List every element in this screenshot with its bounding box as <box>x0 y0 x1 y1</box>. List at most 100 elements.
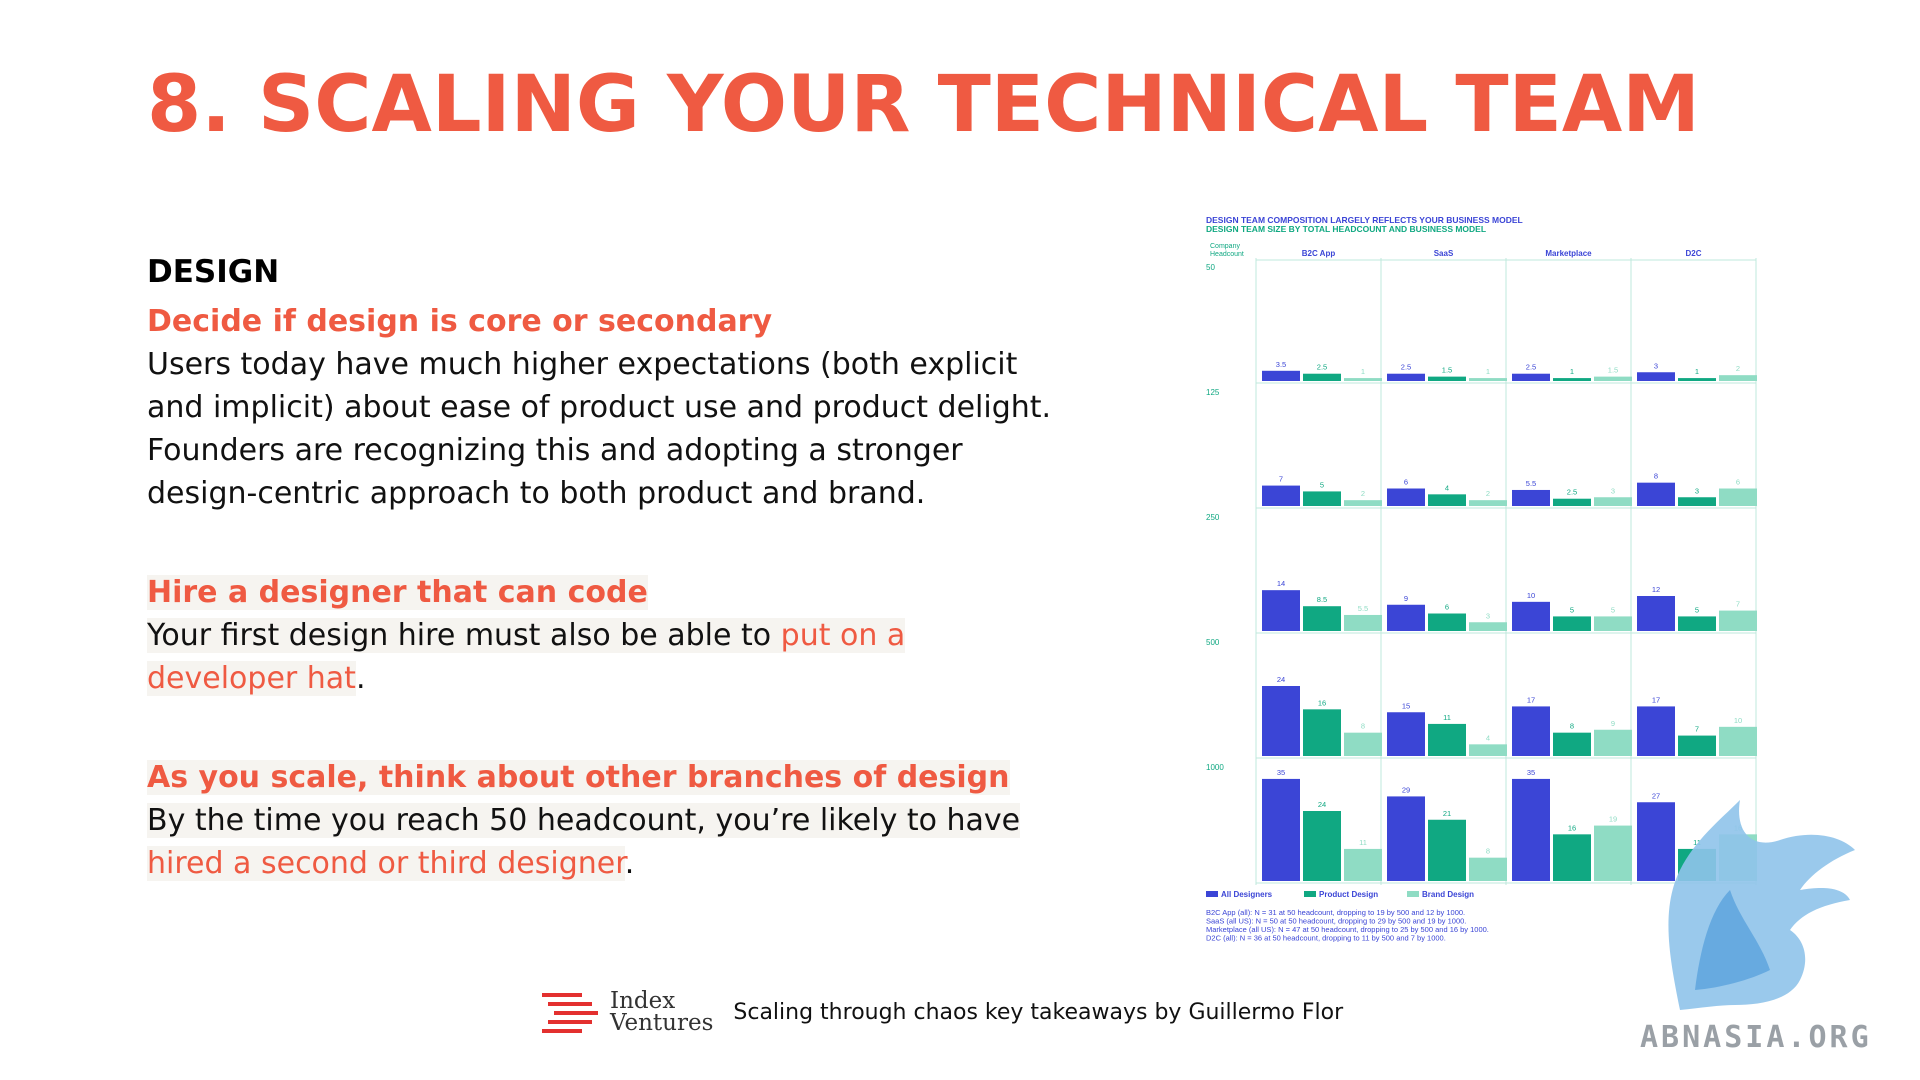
row-label: 50 <box>1206 263 1215 272</box>
index-ventures-logo-icon <box>542 993 598 1033</box>
bar-all-designers <box>1262 686 1300 756</box>
section-heading: DESIGN <box>147 254 280 290</box>
data-label: 7 <box>1736 600 1740 609</box>
row-axis-label: Company <box>1210 243 1240 250</box>
block-other-branches: As you scale, think about other branches… <box>147 756 1087 885</box>
data-label: 4 <box>1486 733 1490 742</box>
block-heading: Hire a designer that can code <box>147 575 648 610</box>
data-label: 11 <box>1443 713 1451 722</box>
bar-brand-design <box>1469 378 1507 381</box>
data-label: 8.5 <box>1317 595 1327 604</box>
bar-all-designers <box>1512 373 1550 381</box>
bar-product-design <box>1428 376 1466 381</box>
data-label: 5 <box>1320 480 1324 489</box>
column-header: SaaS <box>1434 249 1454 258</box>
gryphon-logo <box>1668 800 1855 1010</box>
chart-note: D2C (all): N = 36 at 50 headcount, dropp… <box>1206 934 1446 943</box>
bar-product-design <box>1303 606 1341 631</box>
data-label: 35 <box>1527 768 1535 777</box>
bar-product-design <box>1678 378 1716 381</box>
data-label: 1 <box>1695 367 1699 376</box>
block-core-secondary: Decide if design is core or secondary Us… <box>147 300 1087 515</box>
bar-all-designers <box>1262 590 1300 631</box>
bar-product-design <box>1553 732 1591 756</box>
data-label: 16 <box>1568 823 1576 832</box>
index-ventures-logo-text: Index Ventures <box>610 988 713 1035</box>
data-label: 8 <box>1570 722 1574 731</box>
bar-all-designers <box>1387 604 1425 631</box>
data-label: 35 <box>1277 768 1285 777</box>
legend-entry: All Designers <box>1221 890 1273 899</box>
data-label: 3 <box>1654 361 1658 370</box>
data-label: 10 <box>1527 591 1535 600</box>
data-label: 3 <box>1486 611 1490 620</box>
bar-brand-design <box>1344 732 1382 756</box>
block-highlight: hired a second or third designer <box>147 846 625 881</box>
data-label: 6 <box>1736 478 1740 487</box>
block-text: Your first design hire must also be able… <box>147 618 781 653</box>
block-text-end: . <box>355 661 366 696</box>
bar-product-design <box>1553 616 1591 631</box>
data-label: 5.5 <box>1526 479 1536 488</box>
column-header: B2C App <box>1302 249 1336 258</box>
bar-all-designers <box>1637 596 1675 631</box>
data-label: 6 <box>1404 478 1408 487</box>
bar-brand-design <box>1594 497 1632 506</box>
data-label: 7 <box>1279 475 1283 484</box>
legend-swatch <box>1407 891 1419 897</box>
bar-brand-design <box>1469 744 1507 756</box>
bar-brand-design <box>1594 616 1632 631</box>
bar-all-designers <box>1387 796 1425 881</box>
data-label: 1 <box>1361 367 1365 376</box>
bar-all-designers <box>1512 706 1550 756</box>
bar-all-designers <box>1512 778 1550 881</box>
chart-subtitle: DESIGN TEAM SIZE BY TOTAL HEADCOUNT AND … <box>1206 224 1486 234</box>
bar-product-design <box>1303 373 1341 381</box>
row-label: 500 <box>1206 638 1220 647</box>
data-label: 16 <box>1318 698 1326 707</box>
block-heading: As you scale, think about other branches… <box>147 760 1010 795</box>
data-label: 12 <box>1652 585 1660 594</box>
bar-brand-design <box>1719 610 1757 631</box>
logo-line-1: Index <box>610 988 676 1014</box>
bar-all-designers <box>1637 706 1675 756</box>
bar-brand-design <box>1594 825 1632 881</box>
block-heading: Decide if design is core or secondary <box>147 304 773 339</box>
row-label: 1000 <box>1206 763 1224 772</box>
row-label: 250 <box>1206 513 1220 522</box>
data-label: 6 <box>1445 603 1449 612</box>
row-label: 125 <box>1206 388 1220 397</box>
bar-all-designers <box>1262 778 1300 881</box>
bar-all-designers <box>1637 372 1675 381</box>
bar-brand-design <box>1344 848 1382 881</box>
bar-product-design <box>1553 498 1591 506</box>
slide-title: 8. SCALING YOUR TECHNICAL TEAM <box>147 60 1700 150</box>
bar-all-designers <box>1637 482 1675 506</box>
legend-swatch <box>1304 891 1316 897</box>
bar-brand-design <box>1344 614 1382 631</box>
data-label: 8 <box>1654 472 1658 481</box>
data-label: 15 <box>1402 701 1410 710</box>
data-label: 8 <box>1486 847 1490 856</box>
bar-product-design <box>1553 834 1591 881</box>
data-label: 24 <box>1318 800 1326 809</box>
data-label: 14 <box>1277 579 1285 588</box>
footer-caption: Scaling through chaos key takeaways by G… <box>733 999 1344 1025</box>
column-header: D2C <box>1685 249 1701 258</box>
data-label: 5 <box>1695 605 1699 614</box>
bar-brand-design <box>1719 375 1757 381</box>
data-label: 4 <box>1445 483 1449 492</box>
bar-product-design <box>1678 735 1716 756</box>
data-label: 2.5 <box>1567 488 1577 497</box>
bar-product-design <box>1428 613 1466 631</box>
bar-brand-design <box>1594 376 1632 381</box>
data-label: 8 <box>1361 722 1365 731</box>
data-label: 7 <box>1695 725 1699 734</box>
bar-brand-design <box>1469 857 1507 881</box>
data-label: 1 <box>1570 367 1574 376</box>
watermark: ABNASIA.ORG <box>1640 1020 1872 1055</box>
bar-all-designers <box>1387 373 1425 381</box>
data-label: 21 <box>1443 809 1451 818</box>
data-label: 9 <box>1611 719 1615 728</box>
bar-brand-design <box>1469 500 1507 506</box>
